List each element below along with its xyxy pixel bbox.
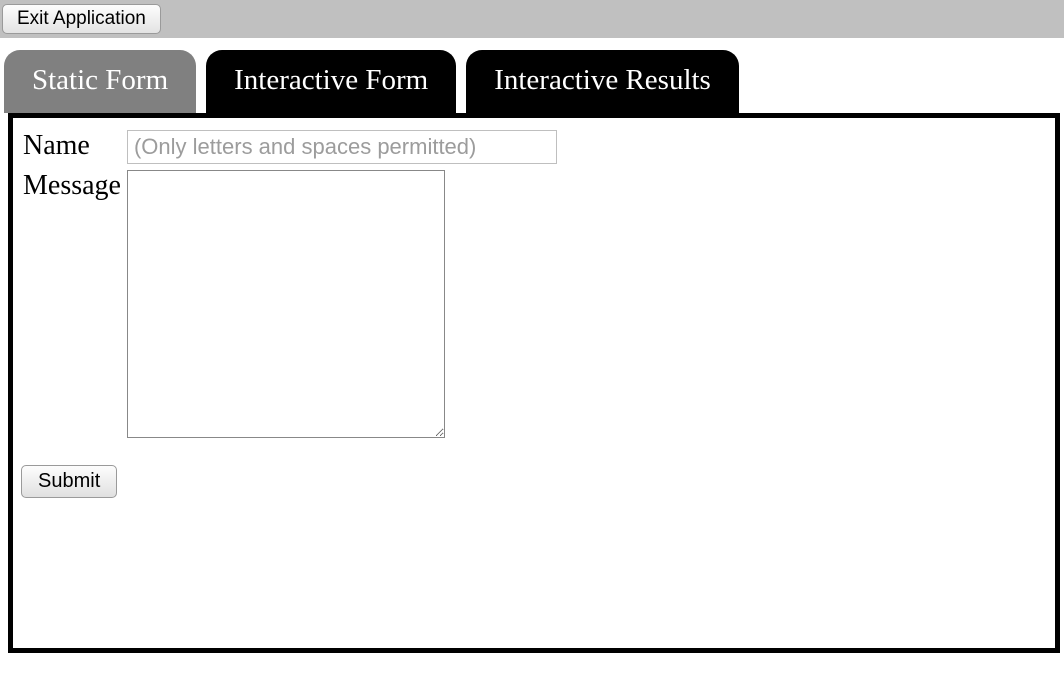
tab-interactive-results[interactable]: Interactive Results xyxy=(466,50,739,113)
tab-panel-static-form: Name Message Submit xyxy=(8,113,1060,653)
tab-list: Static Form Interactive Form Interactive… xyxy=(4,50,1064,113)
message-label: Message xyxy=(23,168,125,445)
message-textarea[interactable] xyxy=(127,170,445,438)
exit-application-button[interactable]: Exit Application xyxy=(2,4,161,34)
tabs-container: Static Form Interactive Form Interactive… xyxy=(0,38,1064,653)
name-label: Name xyxy=(23,128,125,166)
submit-button[interactable]: Submit xyxy=(21,465,117,498)
top-toolbar: Exit Application xyxy=(0,0,1064,38)
tab-static-form[interactable]: Static Form xyxy=(4,50,196,113)
form-table: Name Message xyxy=(21,126,563,447)
name-input[interactable] xyxy=(127,130,557,164)
tab-interactive-form[interactable]: Interactive Form xyxy=(206,50,456,113)
